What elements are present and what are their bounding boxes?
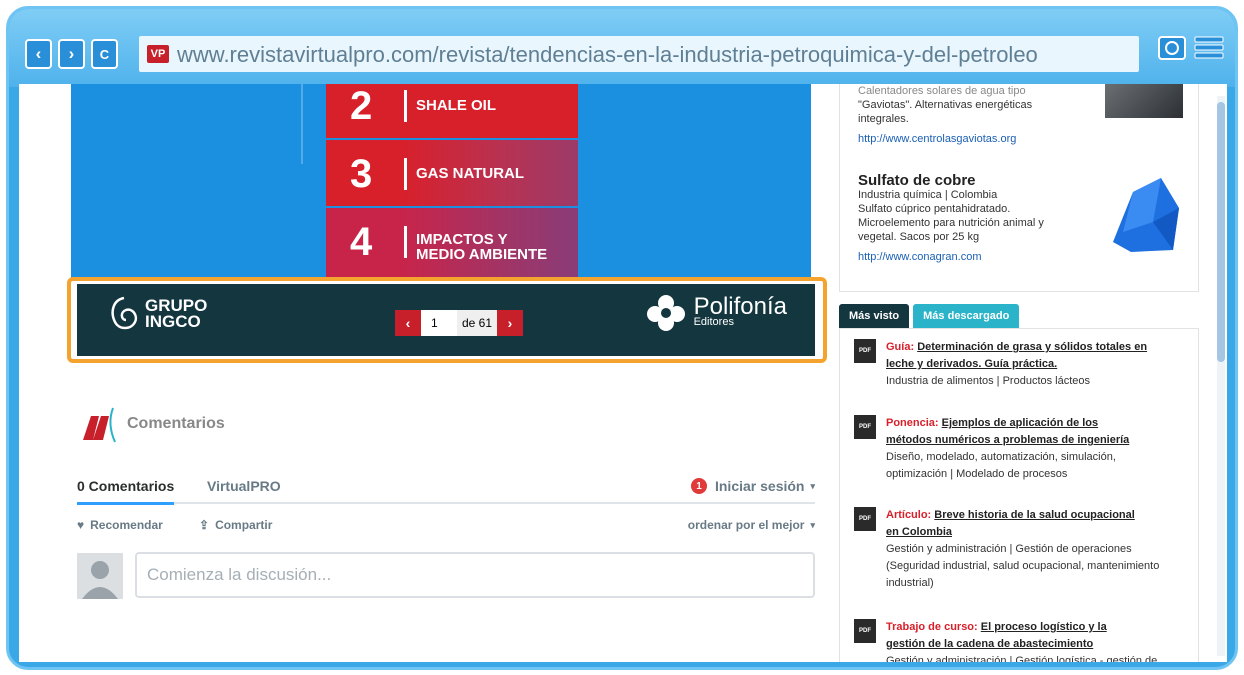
list-item: PDF Trabajo de curso: El proceso logísti… xyxy=(854,619,1194,662)
share-button[interactable]: ⇪ Compartir xyxy=(199,518,272,532)
product-card-solar: Calentadores solares de agua tipo "Gavio… xyxy=(858,84,1078,146)
tab-mas-visto[interactable]: Más visto xyxy=(839,304,910,328)
list-item: PDF Artículo: Breve historia de la salud… xyxy=(854,507,1194,592)
chevron-down-icon: ▾ xyxy=(810,480,815,491)
browser-toolbar: ‹ › C VP www.revistavirtualpro.com/revis… xyxy=(9,9,1235,87)
url-text[interactable]: www.revistavirtualpro.com/revista/tenden… xyxy=(177,42,1038,68)
product-listing: Calentadores solares de agua tipo "Gavio… xyxy=(839,84,1199,292)
page-viewport: 2 SHALE OIL 3 GAS NATURAL 4 IMPACTOS Y M… xyxy=(19,84,1227,662)
tab-comment-count[interactable]: 0 Comentarios xyxy=(77,478,175,505)
address-bar[interactable]: VP www.revistavirtualpro.com/revista/ten… xyxy=(139,36,1139,72)
pdf-icon: PDF xyxy=(854,507,876,531)
product-card-sulfato: Sulfato de cobre Industria química | Col… xyxy=(858,173,1078,264)
pdf-icon: PDF xyxy=(854,619,876,643)
magazine-cover: 2 SHALE OIL 3 GAS NATURAL 4 IMPACTOS Y M… xyxy=(71,84,811,280)
sort-dropdown[interactable]: ordenar por el mejor ▾ xyxy=(688,518,815,532)
tab-mas-descargado[interactable]: Más descargado xyxy=(913,304,1020,328)
login-dropdown[interactable]: 1 Iniciar sesión ▾ xyxy=(690,478,815,494)
avatar xyxy=(77,553,123,599)
notification-badge: 1 xyxy=(690,478,707,494)
browser-window: ‹ › C VP www.revistavirtualpro.com/revis… xyxy=(6,6,1238,670)
comments-actions: ♥ Recomendar ⇪ Compartir ordenar por el … xyxy=(77,518,815,538)
recommend-button[interactable]: ♥ Recomendar xyxy=(77,518,163,532)
copper-sulfate-image xyxy=(1113,178,1179,252)
share-icon: ⇪ xyxy=(199,518,210,532)
forward-button[interactable]: › xyxy=(58,39,85,69)
product-link[interactable]: http://www.centrolasgaviotas.org xyxy=(858,132,1078,146)
list-item: PDF Ponencia: Ejemplos de aplicación de … xyxy=(854,415,1194,483)
scrollbar-thumb[interactable] xyxy=(1217,102,1225,362)
heart-icon: ♥ xyxy=(77,518,85,532)
back-button[interactable]: ‹ xyxy=(25,39,52,69)
highlight-frame xyxy=(67,277,827,363)
user-silhouette-icon xyxy=(82,561,118,599)
topic-shale-oil: 2 SHALE OIL xyxy=(326,84,578,138)
popular-list: PDF Guía: Determinación de grasa y sólid… xyxy=(839,328,1199,662)
chevron-down-icon: ▾ xyxy=(810,519,815,530)
discussion-input[interactable]: Comienza la discusión... xyxy=(135,552,815,598)
topic-impactos: 4 IMPACTOS Y MEDIO AMBIENTE xyxy=(326,208,578,280)
comments-logo-icon xyxy=(83,407,116,443)
topic-gas-natural: 3 GAS NATURAL xyxy=(326,140,578,206)
product-link[interactable]: http://www.conagran.com xyxy=(858,250,1078,264)
pdf-icon: PDF xyxy=(854,339,876,363)
comments-tabs: 0 Comentarios VirtualPRO 1 Iniciar sesió… xyxy=(77,474,815,505)
site-favicon: VP xyxy=(147,45,169,63)
pdf-icon: PDF xyxy=(854,415,876,439)
comments-header: Comentarios xyxy=(79,402,225,446)
tabs-icon[interactable] xyxy=(1157,33,1189,63)
list-item: PDF Guía: Determinación de grasa y sólid… xyxy=(854,339,1194,390)
menu-icon[interactable] xyxy=(1193,33,1225,63)
sidebar: Calentadores solares de agua tipo "Gavio… xyxy=(839,84,1207,662)
reload-button[interactable]: C xyxy=(91,39,118,69)
solar-heater-image xyxy=(1105,84,1183,118)
sidebar-tabs: Más visto Más descargado xyxy=(839,304,1023,328)
tab-virtualpro[interactable]: VirtualPRO xyxy=(207,478,281,494)
